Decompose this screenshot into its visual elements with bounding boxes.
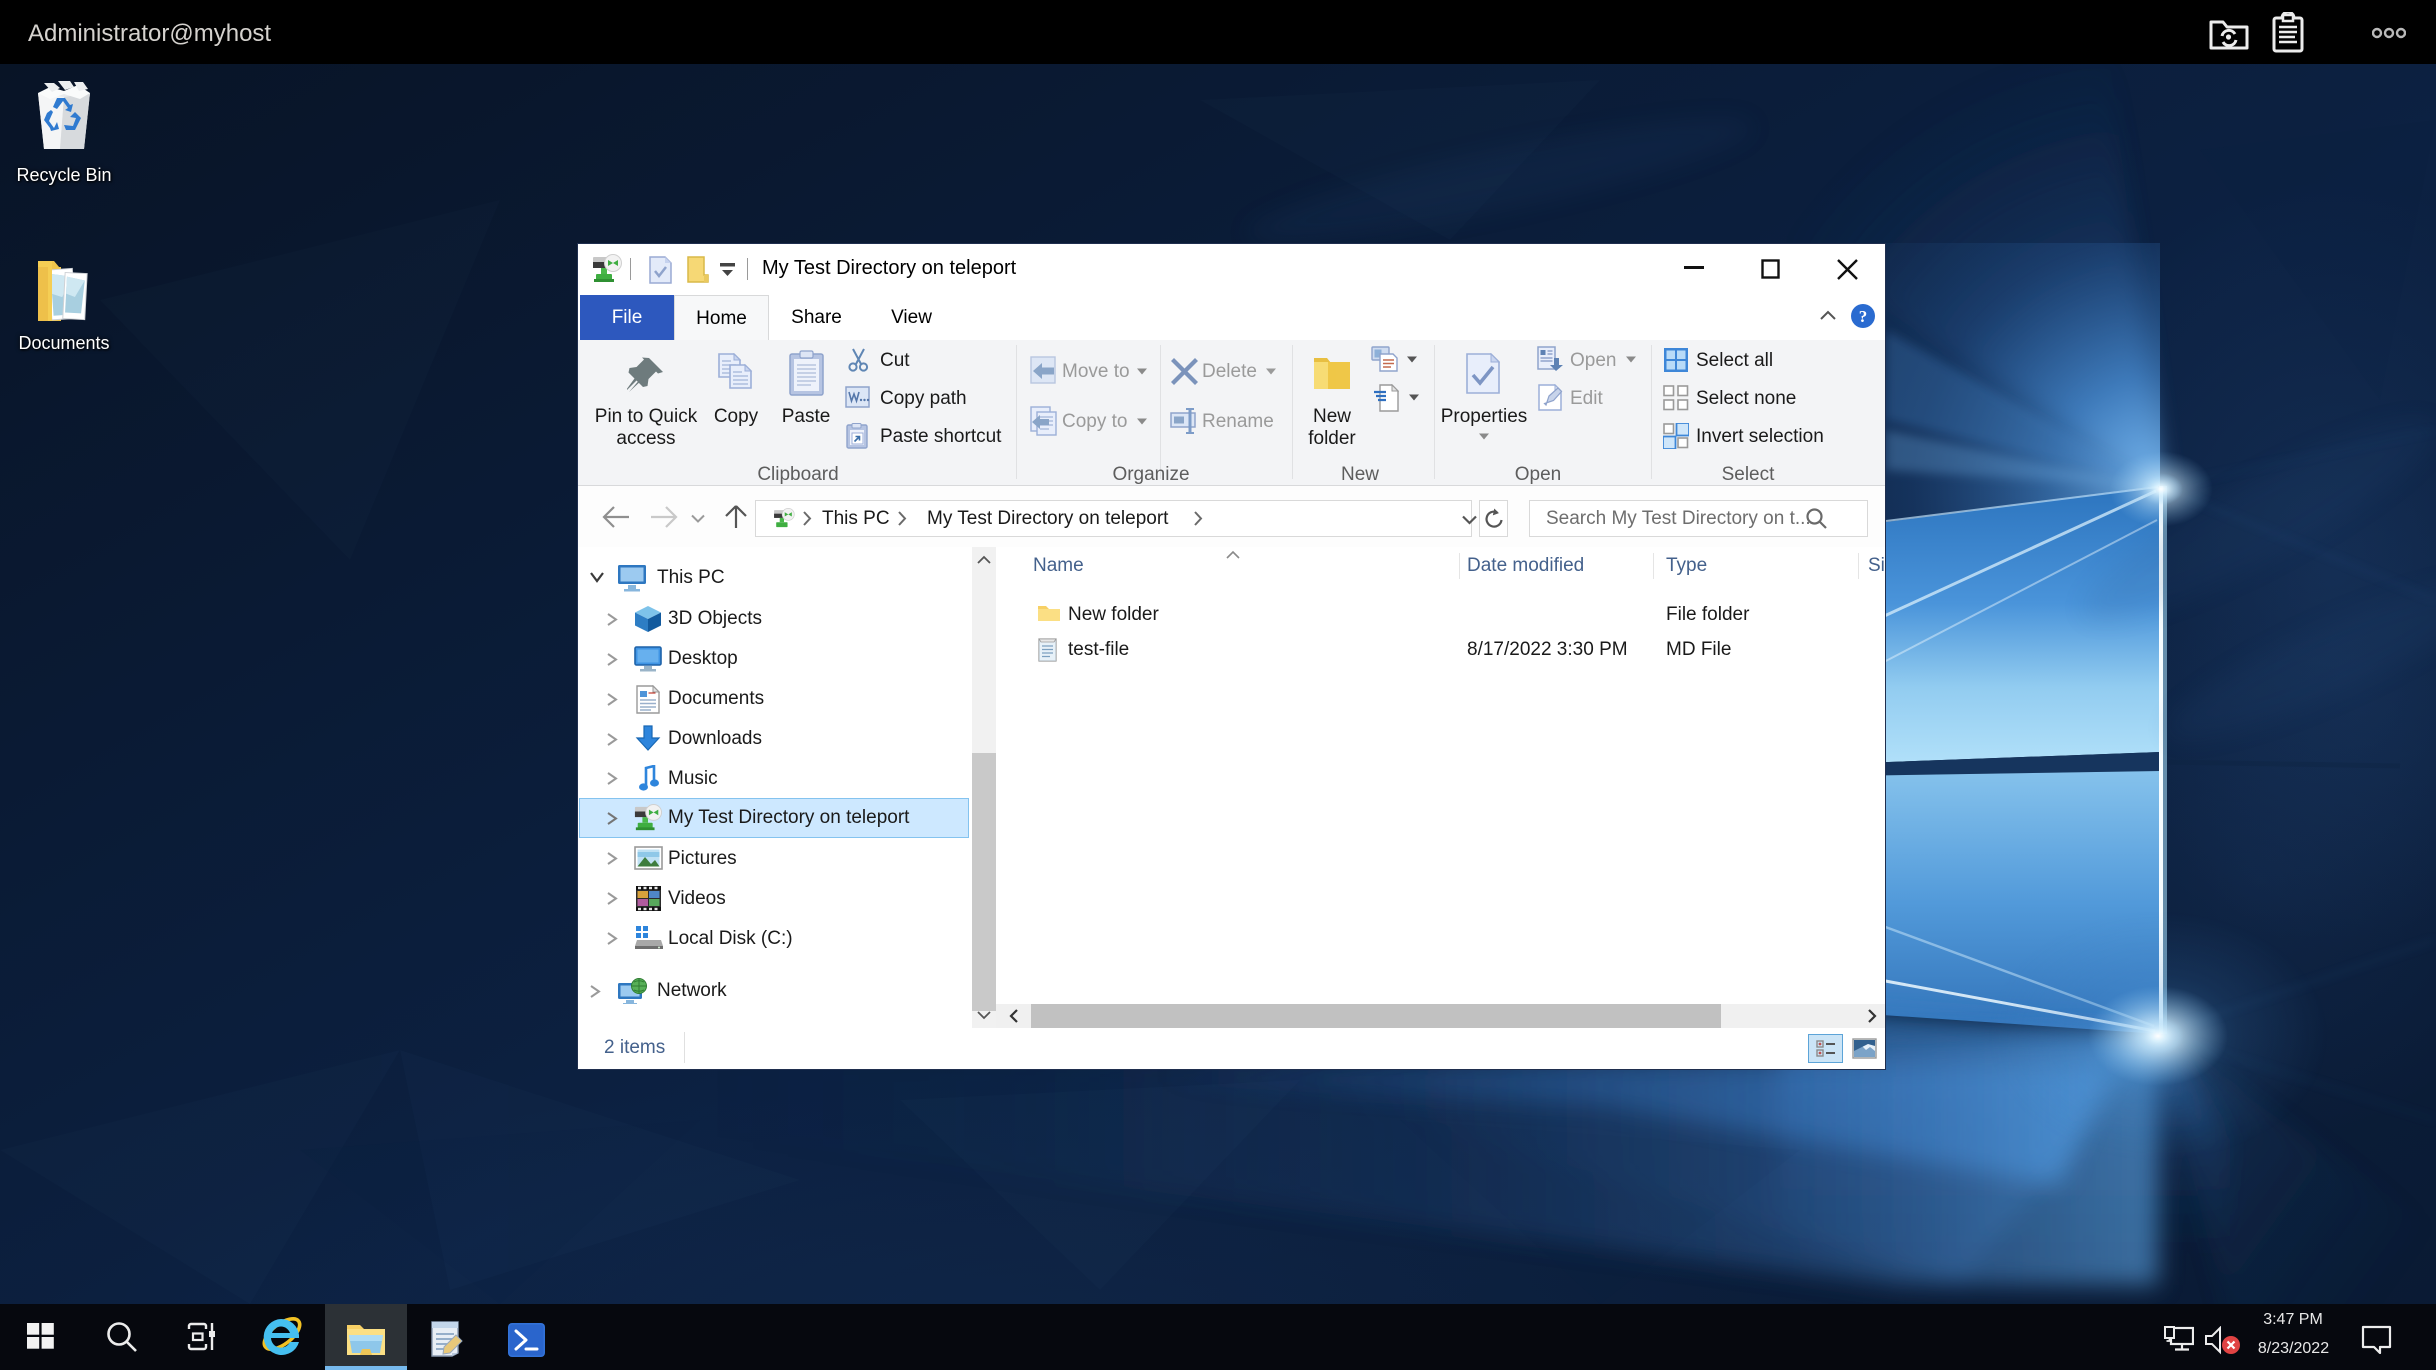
- svg-text:?: ?: [1859, 307, 1868, 326]
